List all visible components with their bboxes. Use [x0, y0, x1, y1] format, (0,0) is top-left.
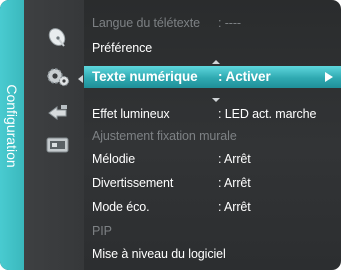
menu-item-value: : ---- [218, 16, 241, 30]
menu-item-label: Ajustement fixation murale [92, 129, 237, 143]
menu-item-melody[interactable]: Mélodie : Arrêt [84, 148, 341, 170]
menu-item-label: Préférence [92, 41, 153, 55]
menu-item-light-effect[interactable]: Effet lumineux : LED act. marche [84, 103, 341, 125]
menu-item-label: Texte numérique [92, 69, 198, 84]
menu-item-label: Effet lumineux [92, 107, 170, 121]
menu-item-value: : Arrêt [218, 176, 251, 190]
input-arrow-icon[interactable] [46, 100, 70, 124]
menu-item-entertainment[interactable]: Divertissement : Arrêt [84, 172, 341, 194]
satellite-dish-icon[interactable] [46, 26, 70, 50]
menu-item-teletext-language: Langue du télétexte : ---- [84, 12, 341, 34]
menu-item-value: : Activer [218, 69, 271, 84]
menu-item-label: Mode éco. [92, 200, 150, 214]
menu-item-wall-mount-adjust: Ajustement fixation murale [84, 125, 341, 147]
menu-item-software-upgrade[interactable]: Mise à niveau du logiciel [84, 243, 341, 265]
menu-item-pip: PIP [84, 220, 341, 242]
category-tab-label: Configuration [4, 84, 20, 168]
gears-icon[interactable] [45, 64, 70, 88]
scroll-up-icon [212, 60, 220, 64]
menu-item-digital-text[interactable]: Texte numérique : Activer [84, 66, 341, 88]
menu-item-value: : Arrêt [218, 200, 251, 214]
submenu-arrow-icon [325, 72, 333, 82]
category-icon-column [24, 0, 84, 270]
application-icon[interactable] [45, 133, 69, 157]
category-tab: Configuration [0, 0, 24, 270]
menu-item-label: Divertissement [92, 176, 174, 190]
setup-menu-panel: Configuration Langue du télétexte: ----… [0, 0, 341, 270]
menu-item-label: PIP [92, 224, 112, 238]
menu-item-label: Mélodie [92, 152, 136, 166]
menu-item-label: Mise à niveau du logiciel [92, 247, 226, 261]
menu-list: Langue du télétexte : ---- Préférence Te… [84, 0, 341, 270]
scroll-down-icon [212, 98, 220, 102]
menu-item-value: : Arrêt [218, 152, 251, 166]
menu-item-label: Langue du télétexte [92, 16, 200, 30]
menu-item-value: : LED act. marche [218, 107, 317, 121]
menu-item-preference[interactable]: Préférence [84, 37, 341, 59]
menu-item-eco-mode[interactable]: Mode éco. : Arrêt [84, 196, 341, 218]
selected-category-pointer [78, 75, 83, 83]
